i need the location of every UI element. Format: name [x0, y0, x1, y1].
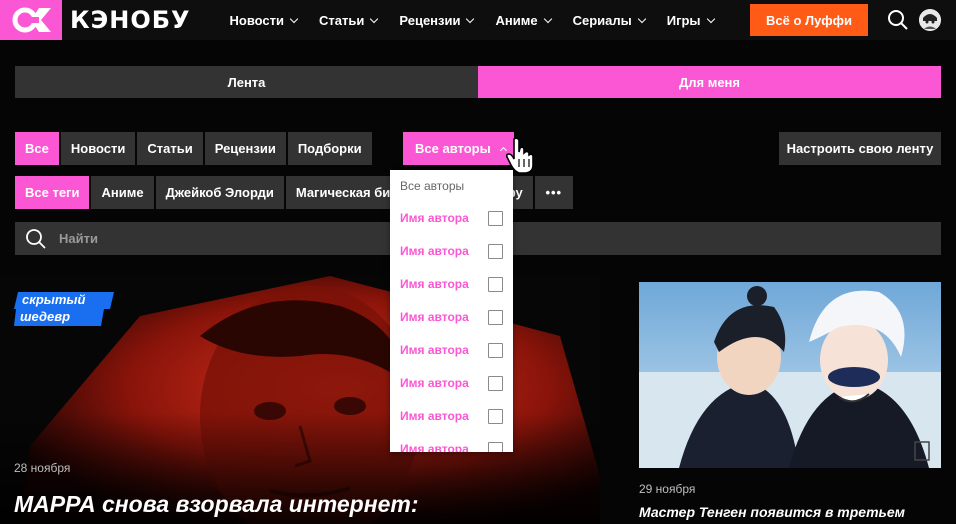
author-name: Имя автора [400, 211, 469, 225]
nav-item-reviews[interactable]: Рецензии [388, 13, 484, 28]
chevron-down-icon [466, 14, 475, 23]
tag-all[interactable]: Все теги [15, 176, 90, 209]
search-icon[interactable] [887, 9, 909, 36]
tag-jacob-elordi[interactable]: Джейкоб Элорди [155, 176, 284, 209]
feed-tabs: Лента Для меня [15, 66, 941, 98]
type-filters: Все Новости Статьи Рецензии Подборки [15, 132, 372, 165]
hero-title[interactable]: МАРРА снова взорвала интернет: [14, 490, 419, 518]
nav-label: Игры [666, 12, 701, 28]
nav-label: Аниме [495, 12, 538, 28]
authors-dropdown-button[interactable]: Все авторы [403, 132, 514, 165]
hidden-gem-badge: скрытый шедевр [14, 292, 116, 326]
filter-news[interactable]: Новости [60, 132, 136, 165]
author-option[interactable]: Имя автора [400, 406, 503, 426]
checkbox[interactable] [488, 309, 503, 325]
author-option[interactable]: Имя автора [400, 439, 503, 452]
nav-label: Статьи [319, 12, 365, 28]
customize-feed-button[interactable]: Настроить свою ленту [779, 132, 941, 165]
checkbox[interactable] [488, 210, 503, 226]
author-option[interactable]: Имя автора [400, 373, 503, 393]
chevron-down-icon [706, 14, 715, 23]
author-option[interactable]: Имя автора [400, 307, 503, 327]
side-article-title[interactable]: Мастер Тенген появится в третьем [639, 504, 905, 520]
more-tags-button[interactable]: ••• [534, 176, 573, 209]
author-option[interactable]: Имя автора [400, 241, 503, 261]
main-nav: Новости Статьи Рецензии Аниме Сериалы Иг… [219, 13, 725, 28]
search-icon [26, 228, 46, 249]
anime-image [639, 282, 941, 468]
author-name: Имя автора [400, 442, 469, 452]
nav-item-anime[interactable]: Аниме [484, 13, 561, 28]
author-name: Имя автора [400, 310, 469, 324]
author-name: Имя автора [400, 376, 469, 390]
filter-articles[interactable]: Статьи [137, 132, 203, 165]
nav-item-articles[interactable]: Статьи [308, 13, 388, 28]
avatar[interactable] [919, 9, 941, 31]
author-name: Имя автора [400, 343, 469, 357]
luffy-cta-button[interactable]: Всё о Луффи [750, 4, 868, 36]
logo-icon [12, 7, 51, 33]
tag-anime[interactable]: Аниме [91, 176, 154, 209]
chevron-down-icon [370, 14, 379, 23]
checkbox[interactable] [488, 408, 503, 424]
nav-label: Рецензии [399, 12, 461, 28]
chevron-down-icon [637, 14, 646, 23]
checkbox[interactable] [488, 342, 503, 358]
author-option[interactable]: Имя автора [400, 208, 503, 228]
side-article-image[interactable] [639, 282, 941, 468]
checkbox[interactable] [488, 375, 503, 391]
checkbox[interactable] [488, 441, 503, 452]
author-name: Имя автора [400, 244, 469, 258]
nav-item-news[interactable]: Новости [219, 13, 309, 28]
nav-label: Сериалы [572, 12, 632, 28]
hand-cursor-icon [505, 137, 537, 180]
author-option[interactable]: Имя автора [400, 340, 503, 360]
dropdown-header[interactable]: Все авторы [400, 179, 464, 193]
chevron-down-icon [289, 14, 299, 23]
checkbox[interactable] [488, 243, 503, 259]
filter-collections[interactable]: Подборки [287, 132, 372, 165]
side-article-date: 29 ноября [639, 482, 696, 496]
logo-text[interactable]: КЭНОБУ [70, 6, 191, 34]
hero-date: 28 ноября [14, 461, 71, 475]
tab-feed[interactable]: Лента [15, 66, 478, 98]
badge-line2: шедевр [20, 309, 71, 324]
nav-item-series[interactable]: Сериалы [562, 13, 656, 28]
authors-label: Все авторы [415, 141, 491, 156]
filter-all[interactable]: Все [15, 132, 59, 165]
top-bar: КЭНОБУ Новости Статьи Рецензии Аниме Сер… [0, 0, 956, 40]
filter-reviews[interactable]: Рецензии [204, 132, 286, 165]
tab-for-me[interactable]: Для меня [478, 66, 941, 98]
author-name: Имя автора [400, 277, 469, 291]
authors-dropdown-menu[interactable]: Все авторы Имя автора Имя автора Имя авт… [390, 170, 513, 452]
logo-mark[interactable] [0, 0, 62, 40]
badge-line1: скрытый [22, 292, 86, 307]
chevron-down-icon [543, 14, 552, 23]
author-name: Имя автора [400, 409, 469, 423]
nav-item-games[interactable]: Игры [656, 13, 725, 28]
checkbox[interactable] [488, 276, 503, 292]
author-option[interactable]: Имя автора [400, 274, 503, 294]
nav-label: Новости [229, 12, 285, 28]
